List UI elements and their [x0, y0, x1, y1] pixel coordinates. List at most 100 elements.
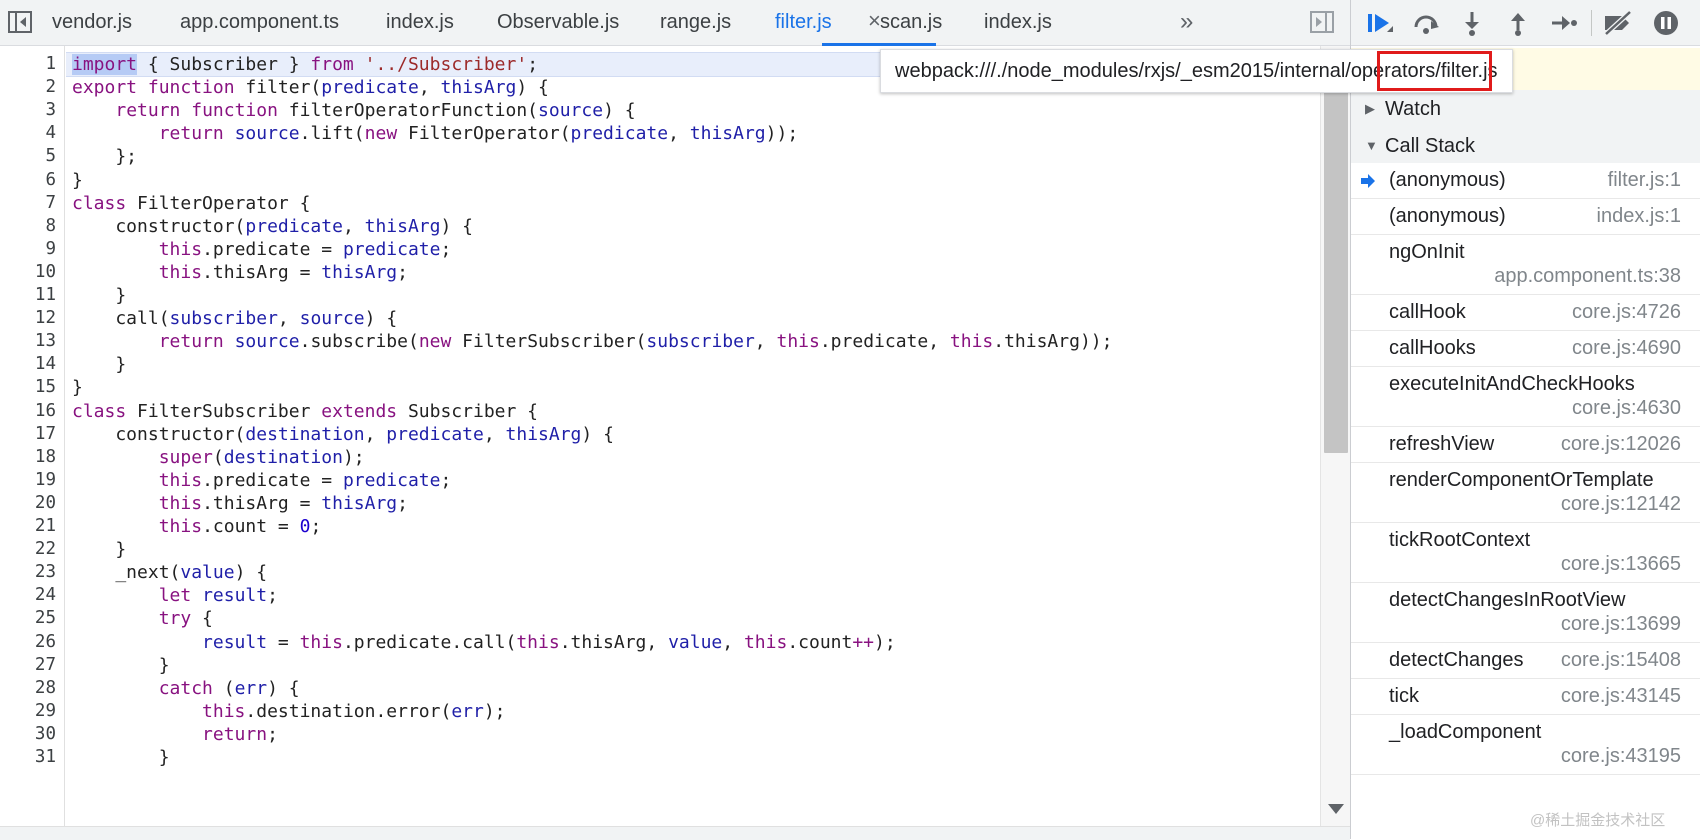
call-stack-frame[interactable]: executeInitAndCheckHooks core.js:4630 — [1351, 367, 1700, 427]
line-number[interactable]: 26 — [0, 630, 56, 655]
tab-range-js[interactable]: range.js — [660, 0, 731, 45]
line-number[interactable]: 14 — [0, 352, 56, 377]
line-number[interactable]: 16 — [0, 399, 56, 424]
pause-on-exceptions-icon — [1654, 11, 1678, 35]
step-into-button[interactable] — [1455, 7, 1489, 39]
call-stack-frame[interactable]: detectChanges core.js:15408 — [1351, 643, 1700, 679]
horizontal-scrollbar[interactable] — [0, 826, 1350, 840]
step-button[interactable] — [1547, 7, 1581, 39]
code-token: } — [72, 285, 127, 306]
call-stack-section-header[interactable]: ▼ Call Stack — [1351, 127, 1700, 165]
call-stack-frame[interactable]: (anonymous) index.js:1 — [1351, 199, 1700, 235]
call-stack-frame[interactable]: renderComponentOrTemplate core.js:12142 — [1351, 463, 1700, 523]
line-number[interactable]: 18 — [0, 445, 56, 470]
code-token: predicate — [386, 423, 484, 445]
call-stack-frame[interactable]: (anonymous) filter.js:1 — [1351, 163, 1700, 199]
code-token: .predicate = — [202, 469, 343, 491]
tab-index-js[interactable]: index.js — [984, 0, 1052, 45]
frame-location-link[interactable]: core.js:12026 — [1561, 433, 1681, 456]
line-number[interactable]: 3 — [0, 98, 56, 123]
call-stack-frame[interactable]: detectChangesInRootView core.js:13699 — [1351, 583, 1700, 643]
call-stack-frame[interactable]: refreshView core.js:12026 — [1351, 427, 1700, 463]
pause-on-exceptions-button[interactable] — [1649, 7, 1683, 39]
line-number[interactable]: 20 — [0, 491, 56, 516]
frame-location-link[interactable]: core.js:4726 — [1572, 301, 1681, 324]
code-token: predicate — [342, 238, 441, 260]
scroll-down-arrow-icon[interactable] — [1328, 804, 1344, 814]
line-number[interactable]: 27 — [0, 653, 56, 678]
toggle-debugger-button[interactable] — [1308, 8, 1336, 36]
code-token: this — [158, 261, 203, 283]
frame-location-link[interactable]: core.js:13665 — [1561, 553, 1681, 576]
frame-location-link[interactable]: core.js:43145 — [1561, 685, 1681, 708]
close-tab-icon[interactable]: × — [868, 0, 881, 42]
line-number[interactable]: 30 — [0, 722, 56, 747]
code-token: , — [668, 123, 690, 145]
line-number[interactable]: 8 — [0, 214, 56, 239]
frame-location-link[interactable]: core.js:4630 — [1572, 397, 1681, 420]
line-number[interactable]: 13 — [0, 329, 56, 354]
watch-section-header[interactable]: ▶ Watch — [1351, 90, 1700, 128]
call-stack-frame[interactable]: tickRootContext core.js:13665 — [1351, 523, 1700, 583]
tab-observable-js[interactable]: Observable.js — [497, 0, 619, 45]
tab-vendor-js[interactable]: vendor.js — [52, 0, 132, 45]
line-number[interactable]: 11 — [0, 283, 56, 308]
line-number[interactable]: 21 — [0, 514, 56, 539]
code-token: .destination.error( — [245, 700, 452, 722]
frame-location-link[interactable]: index.js:1 — [1597, 205, 1682, 228]
line-number[interactable]: 2 — [0, 75, 56, 100]
tab-filter-js[interactable]: filter.js — [775, 0, 832, 45]
line-number[interactable]: 19 — [0, 468, 56, 493]
line-number[interactable]: 23 — [0, 560, 56, 585]
call-stack-frame[interactable]: callHook core.js:4726 — [1351, 295, 1700, 331]
code-editor[interactable]: 1 2 3 4 5 6 7 8 9 10 11 12 13 14 15 16 17 18 19 20 21 22 23 24 2… — [0, 46, 1320, 826]
call-stack-frame[interactable]: ngOnInit app.component.ts:38 — [1351, 235, 1700, 295]
line-number[interactable]: 7 — [0, 191, 56, 216]
line-number[interactable]: 15 — [0, 375, 56, 400]
line-number[interactable]: 12 — [0, 306, 56, 331]
vertical-scrollbar[interactable] — [1320, 46, 1351, 826]
line-number[interactable]: 6 — [0, 168, 56, 193]
call-stack-frame[interactable]: tick core.js:43145 — [1351, 679, 1700, 715]
line-number[interactable]: 1 — [0, 52, 56, 77]
tab-scan-js[interactable]: scan.js — [880, 0, 942, 45]
call-stack-frame[interactable]: callHooks core.js:4690 — [1351, 331, 1700, 367]
code-token: this — [158, 469, 203, 491]
scrollbar-thumb[interactable] — [1324, 88, 1348, 453]
line-number[interactable]: 4 — [0, 121, 56, 146]
step-out-button[interactable] — [1501, 7, 1535, 39]
deactivate-breakpoints-button[interactable] — [1601, 7, 1635, 39]
frame-location-link[interactable]: app.component.ts:38 — [1494, 265, 1681, 288]
resume-button[interactable] — [1363, 7, 1397, 39]
call-stack-frame[interactable]: _loadComponent core.js:43195 — [1351, 715, 1700, 775]
code-token: from — [310, 54, 354, 75]
tab-app-component-ts[interactable]: app.component.ts — [180, 0, 339, 45]
code-token: .predicate = — [202, 238, 343, 260]
frame-location-link[interactable]: core.js:43195 — [1561, 745, 1681, 768]
frame-location-link[interactable]: core.js:13699 — [1561, 613, 1681, 636]
frame-location-link[interactable]: filter.js:1 — [1608, 169, 1681, 192]
code-line: let result; — [72, 583, 278, 608]
code-line: constructor(destination, predicate, this… — [72, 422, 614, 447]
frame-location-link[interactable]: core.js:15408 — [1561, 649, 1681, 672]
line-number-gutter[interactable]: 1 2 3 4 5 6 7 8 9 10 11 12 13 14 15 16 17 18 19 20 21 22 23 24 2… — [0, 46, 65, 826]
toggle-navigator-button[interactable] — [6, 8, 34, 36]
frame-location-link[interactable]: core.js:4690 — [1572, 337, 1681, 360]
tab-index-js[interactable]: index.js — [386, 0, 454, 45]
frame-location-link[interactable]: core.js:12142 — [1561, 493, 1681, 516]
frame-function-name: callHook — [1389, 301, 1466, 323]
step-over-button[interactable] — [1409, 7, 1443, 39]
more-tabs-button[interactable]: » — [1180, 6, 1193, 38]
line-number[interactable]: 29 — [0, 699, 56, 724]
line-number[interactable]: 22 — [0, 537, 56, 562]
line-number[interactable]: 9 — [0, 237, 56, 262]
line-number[interactable]: 17 — [0, 422, 56, 447]
line-number[interactable]: 31 — [0, 745, 56, 770]
line-number[interactable]: 25 — [0, 606, 56, 631]
line-number[interactable]: 28 — [0, 676, 56, 701]
code-token: '../Subscriber' — [364, 54, 528, 75]
line-number[interactable]: 24 — [0, 583, 56, 608]
line-number[interactable]: 5 — [0, 144, 56, 169]
code-token: this — [202, 700, 246, 722]
line-number[interactable]: 10 — [0, 260, 56, 285]
